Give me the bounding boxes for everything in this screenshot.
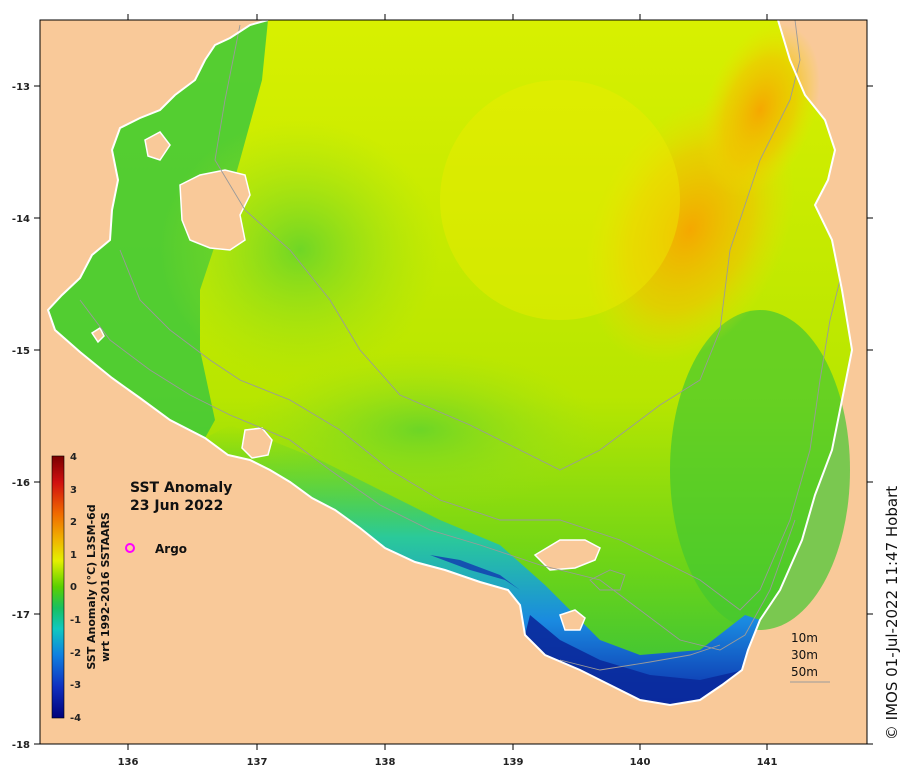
colorbar-tick: 1 [70,550,77,561]
colorbar-title-line2: wrt 1992-2016 SSTAARS [99,512,112,662]
x-tick-label: 138 [375,757,396,768]
y-tick-label: -15 [12,346,30,357]
groote-eylandt [179,169,251,251]
colorbar-tick: 2 [70,517,77,528]
depth-label-30m: 30m [791,648,818,662]
y-tick-label: -13 [12,82,30,93]
colorbar-tick: -3 [70,680,81,691]
depth-label-50m: 50m [791,665,818,679]
colorbar-tick: 0 [70,582,77,593]
argo-legend-label: Argo [155,542,187,556]
sst-anomaly-map: 136 137 138 139 140 141 -13 -14 -15 -16 … [12,14,901,768]
colorbar-tick: -1 [70,615,81,626]
x-tick-label: 140 [630,757,651,768]
depth-label-10m: 10m [791,631,818,645]
x-tick-label: 136 [118,757,139,768]
colorbar-gradient [51,455,65,719]
colorbar-tick: -4 [70,713,81,724]
colorbar-tick: 4 [70,452,77,463]
map-title: SST Anomaly [130,480,232,496]
colorbar-tick: 3 [70,485,77,496]
map-plot-area [40,20,867,744]
y-tick-label: -17 [12,610,30,621]
y-tick-label: -16 [12,478,30,489]
colorbar-tick: -2 [70,648,81,659]
y-tick-label: -14 [12,214,30,225]
colorbar-title-line1: SST Anomaly (°C) L3SM-6d [85,504,98,669]
x-tick-label: 141 [757,757,778,768]
map-date: 23 Jun 2022 [130,498,223,514]
x-tick-label: 139 [503,757,524,768]
y-tick-label: -18 [12,740,30,751]
credit-text: © IMOS 01-Jul-2022 11:47 Hobart [883,486,901,740]
x-tick-label: 137 [247,757,268,768]
